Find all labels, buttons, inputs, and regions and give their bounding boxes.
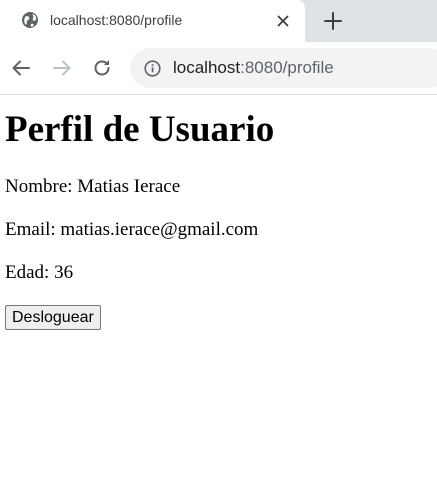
- arrow-right-icon[interactable]: [50, 56, 74, 80]
- user-name: Nombre: Matias Ierace: [5, 176, 181, 197]
- user-email: Email: matias.ierace@gmail.com: [5, 219, 259, 240]
- url-text[interactable]: localhost:8080/profile: [173, 58, 334, 78]
- page-title: Perfil de Usuario: [5, 109, 275, 150]
- browser-toolbar: localhost:8080/profile: [0, 42, 437, 95]
- tab-strip: localhost:8080/profile: [0, 0, 437, 42]
- logout-button[interactable]: Desloguear: [5, 305, 101, 330]
- info-icon[interactable]: [144, 60, 161, 77]
- url-path: :8080/profile: [240, 58, 334, 77]
- reload-icon[interactable]: [90, 56, 114, 80]
- page-content: Perfil de Usuario Nombre: Matias Ierace …: [0, 96, 437, 330]
- browser-tab[interactable]: localhost:8080/profile: [0, 0, 305, 42]
- globe-icon: [21, 11, 39, 29]
- url-host: localhost: [173, 58, 241, 77]
- arrow-left-icon[interactable]: [9, 56, 33, 80]
- address-bar[interactable]: localhost:8080/profile: [130, 48, 437, 88]
- plus-icon[interactable]: [320, 8, 346, 34]
- tab-title: localhost:8080/profile: [50, 12, 183, 28]
- user-age: Edad: 36: [5, 262, 74, 283]
- close-icon[interactable]: [273, 11, 293, 31]
